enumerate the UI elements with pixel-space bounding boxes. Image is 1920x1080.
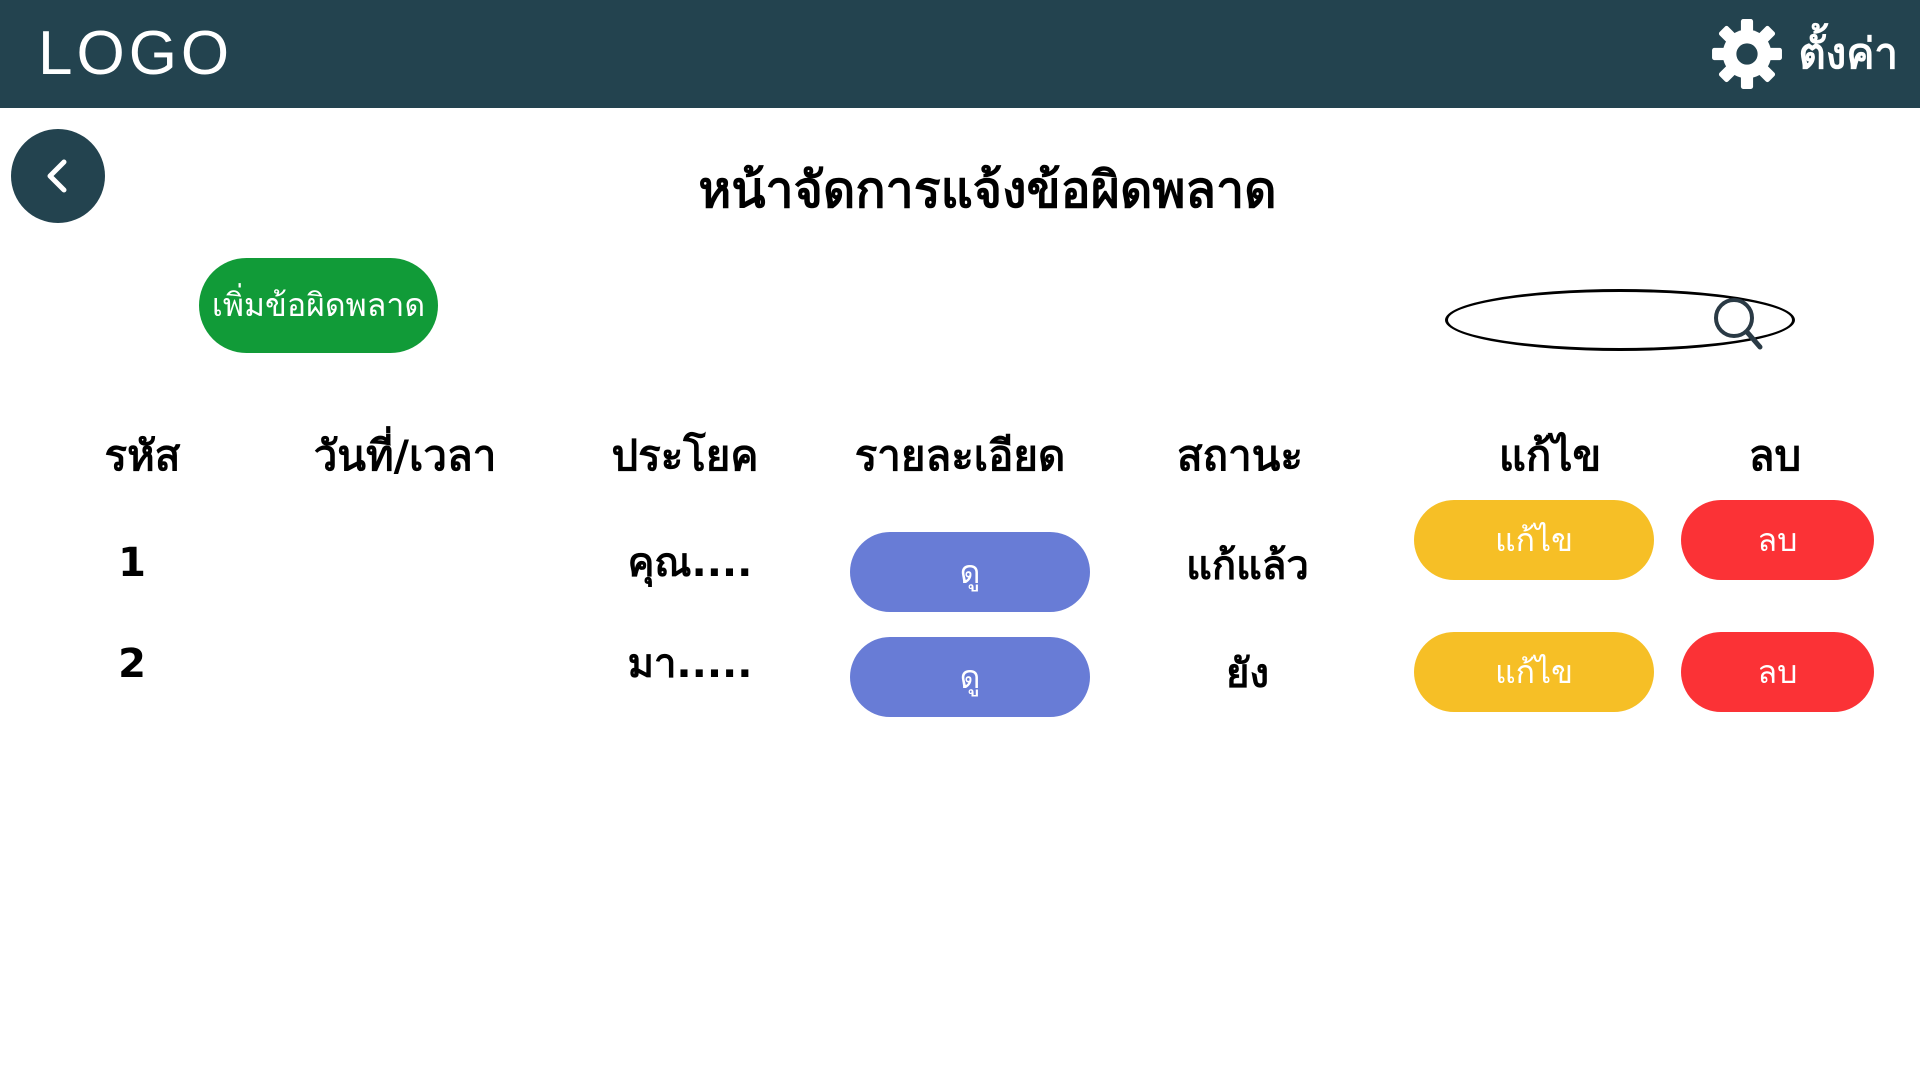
column-header-detail: รายละเอียด (854, 431, 1066, 480)
column-header-delete: ลบ (1748, 431, 1802, 480)
page-title: หน้าจัดการแจ้งข้อผิดพลาด (698, 161, 1277, 219)
settings-label: ตั้งค่า (1798, 29, 1898, 78)
delete-button[interactable]: ลบ (1681, 632, 1874, 712)
column-header-edit: แก้ไข (1498, 431, 1602, 480)
column-header-sentence: ประโยค (611, 431, 759, 480)
row-status: ยัง (1226, 651, 1269, 697)
gear-icon (1711, 19, 1782, 89)
search-box[interactable] (1445, 289, 1795, 351)
edit-button[interactable]: แก้ไข (1414, 500, 1654, 580)
view-detail-button[interactable]: ดู (850, 637, 1090, 717)
column-header-id: รหัส (104, 431, 181, 480)
row-sentence: คุณ.... (627, 540, 753, 586)
search-icon[interactable] (1710, 292, 1770, 354)
row-id: 1 (118, 540, 146, 586)
row-status: แก้แล้ว (1186, 543, 1309, 589)
search-input[interactable] (1478, 304, 1712, 340)
add-error-button[interactable]: เพิ่มข้อผิดพลาด (199, 258, 438, 353)
row-sentence: มา..... (627, 641, 753, 687)
row-id: 2 (118, 641, 146, 687)
edit-button[interactable]: แก้ไข (1414, 632, 1654, 712)
delete-button[interactable]: ลบ (1681, 500, 1874, 580)
page: LOGO ตั้งค่า หน้าจัดการแจ้งข้อผิดพลาด เพ… (0, 0, 1920, 1080)
column-header-datetime: วันที่/เวลา (313, 431, 497, 480)
settings-button[interactable]: ตั้งค่า (1709, 14, 1898, 94)
column-header-status: สถานะ (1177, 431, 1303, 480)
top-bar: LOGO ตั้งค่า (0, 0, 1920, 108)
view-detail-button[interactable]: ดู (850, 532, 1090, 612)
logo[interactable]: LOGO (38, 18, 233, 90)
